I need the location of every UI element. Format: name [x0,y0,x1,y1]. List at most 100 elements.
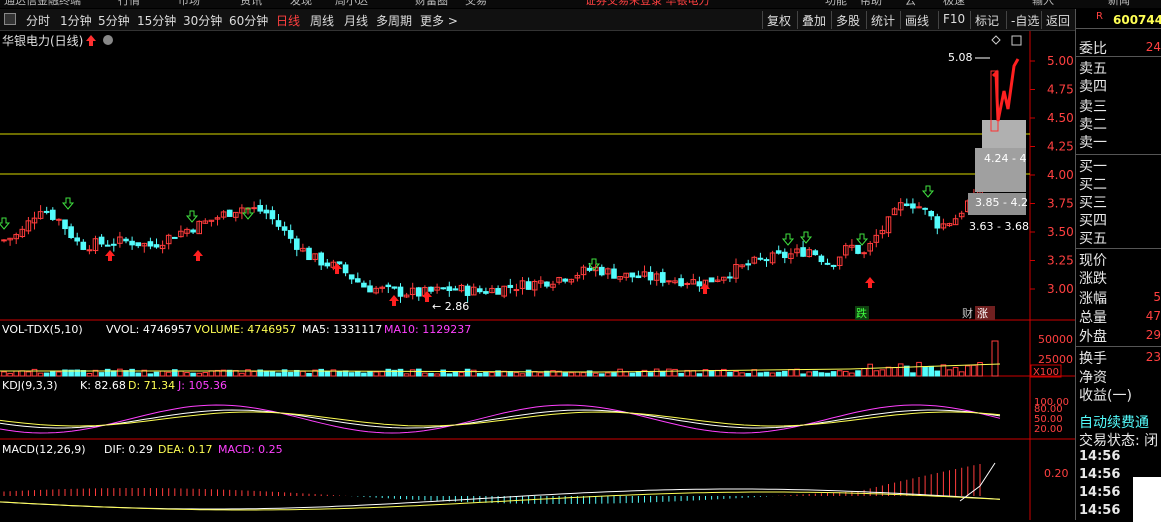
macd-dif: DIF: 0.29 [104,443,153,456]
top-menu-item[interactable]: 功能 [825,0,847,8]
candle-body [495,288,501,295]
candle-body [251,207,257,210]
tab-period-2[interactable]: 5分钟 [98,12,130,29]
volume-bar [403,373,410,377]
candle-body [324,262,331,267]
stock-code-header: R 600744 [1076,9,1161,29]
tab-period-4[interactable]: 30分钟 [183,12,222,29]
auto-renew-link[interactable]: 自动续费通 [1079,412,1149,432]
candle-body [74,237,81,242]
price-tick-label: 3.50 [1047,225,1074,239]
candle-body [782,251,788,259]
volume-bar [952,366,959,377]
candle-body [135,242,141,247]
macd-dif-line [959,462,996,502]
buy-arrow-icon [105,250,115,261]
volume-bar [111,370,117,377]
candle-body [678,278,684,287]
sell-arrow-icon [61,197,75,210]
toolbar-button-2[interactable]: 多股 [831,11,864,29]
volume-bar [196,372,202,377]
top-menu-item[interactable]: 市场 [178,0,200,8]
candle-body [50,209,56,220]
price-tick-label: 4.75 [1047,83,1074,97]
toolbar-button-3[interactable]: 统计 [866,11,899,29]
volume-bar [830,371,837,377]
tab-period-7[interactable]: 周线 [310,12,334,29]
toolbar-button-6[interactable]: 标记 [970,11,1003,29]
candle-body [147,241,154,247]
volume-bar [525,369,532,377]
menu-icon[interactable] [4,13,16,25]
sell-arrow-icon [781,233,795,246]
candle-body [763,259,770,262]
quote-label: 外盘 [1079,329,1107,345]
top-menu-item[interactable]: 周小达 [335,0,368,8]
tab-period-3[interactable]: 15分钟 [137,12,176,29]
volume-bar [397,368,404,377]
volume-bar [635,371,642,377]
macd-dea: DEA: 0.17 [158,443,212,456]
volume-bar [745,372,752,377]
volume-bar [458,372,465,377]
quote-value: 5 [1153,290,1161,304]
trade-status: 交易状态: 闭 [1079,433,1159,449]
top-menu-item[interactable]: 交易 [465,0,487,8]
tab-period-10[interactable]: 更多 > [420,12,458,29]
candle-body [342,264,349,274]
volume-bar [263,371,270,377]
tab-period-6[interactable]: 日线 [276,12,300,29]
kdj-axis-label: 20.00 [1034,424,1063,435]
candle-body [513,289,520,292]
volume-bar [897,363,904,377]
tab-period-8[interactable]: 月线 [344,12,368,29]
volume-bar [708,370,715,377]
volume-bar [25,371,32,377]
toolbar-button-0[interactable]: 复权 [762,11,795,29]
price-tick-label: 3.75 [1047,197,1074,211]
volume-bar [178,370,184,377]
volume-bar [928,365,935,377]
candle-body [544,281,550,287]
quote-label: 买一 [1079,159,1107,175]
toolbar-button-5[interactable]: F10 [938,11,969,29]
volume-bar [269,370,276,377]
tab-period-9[interactable]: 多周期 [376,12,412,29]
volume-bar [666,368,672,377]
volume-bar [806,371,813,377]
volume-bar [159,370,166,377]
volume-bar [891,367,898,377]
candle-body [861,252,867,255]
top-menu-item[interactable]: 输入 [1032,0,1054,8]
quote-label: 买二 [1079,177,1107,193]
tick-time: 14:56 [1079,485,1121,500]
volume-bar [489,372,495,377]
top-menu-item[interactable]: 通达信金融终端 [4,0,81,8]
top-menu-item[interactable]: 新闻 [1108,0,1130,8]
toolbar-button-8[interactable]: 返回 [1041,11,1074,29]
toolbar-button-7[interactable]: -自选 [1006,11,1043,29]
volume-bar [318,368,324,377]
top-menu-item[interactable]: 帮助 [860,0,882,8]
candle-body [440,287,446,290]
volume-bar [885,366,892,377]
tab-period-1[interactable]: 1分钟 [60,12,92,29]
toolbar-button-1[interactable]: 叠加 [797,11,830,29]
top-menu-item[interactable]: 发现 [290,0,312,8]
candle-body [775,250,782,254]
toolbar-button-4[interactable]: 画线 [900,11,933,29]
macd-axis-label: 0.20 [1044,467,1069,480]
volume-bar [812,370,819,377]
top-menu-item[interactable]: 资讯 [240,0,262,8]
price-tick-label: 5.00 [1047,54,1074,68]
top-menu-item[interactable]: 云 [905,0,916,8]
top-menu-item[interactable]: 证券交易未登录 华银电力 [585,0,710,8]
top-menu-item[interactable]: 财富圈 [415,0,448,8]
kline-chart[interactable]: 华银电力(日线) 5.00 4.75 4.50 4.25 4.00 3.75 3.50 3.25… [0,31,1075,520]
volume-bar [611,372,617,377]
candle-body [525,281,532,290]
tab-period-0[interactable]: 分时 [26,12,50,29]
tab-period-5[interactable]: 60分钟 [229,12,268,29]
top-menu-item[interactable]: 极速 [943,0,965,8]
top-menu-item[interactable]: 行情 [118,0,140,8]
